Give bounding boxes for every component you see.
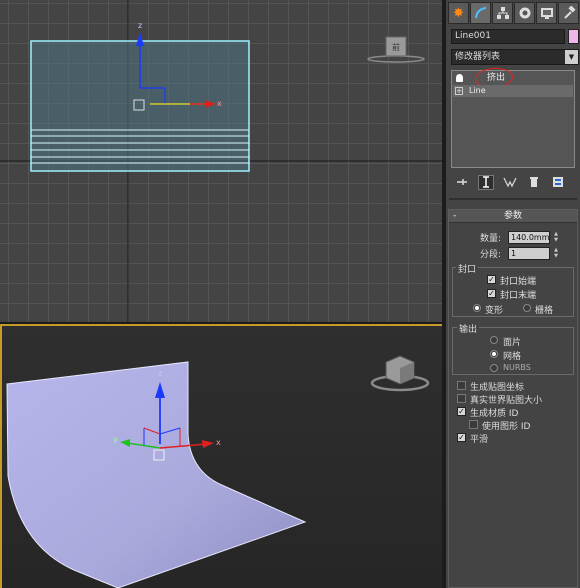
pin-stack-button[interactable]: [454, 175, 470, 190]
modifier-stack[interactable]: 挤出 + Line: [451, 66, 575, 168]
real-world-checkbox[interactable]: [457, 394, 466, 403]
cap-start-checkbox[interactable]: ✓: [487, 275, 496, 284]
tab-hierarchy[interactable]: [492, 2, 513, 24]
panel-divider: [449, 198, 577, 200]
trash-icon: [530, 177, 538, 187]
command-panel: ✸ Line001 修改器列表 ▼ 挤出 + Line - 参数 数量: 140…: [446, 0, 580, 588]
use-shape-ids-checkbox[interactable]: [469, 420, 478, 429]
svg-text:x: x: [217, 99, 222, 108]
amount-spinner-arrows[interactable]: ▲ ▼: [552, 231, 560, 244]
svg-text:z: z: [138, 21, 142, 30]
cap-end-checkbox[interactable]: ✓: [487, 289, 496, 298]
svg-text:y: y: [113, 435, 118, 444]
nurbs-label: NURBS: [503, 363, 531, 372]
configure-icon: [553, 177, 563, 187]
cap-start-label: 封口始端: [500, 277, 537, 287]
tab-modify[interactable]: [470, 2, 491, 24]
end-result-icon: [483, 176, 489, 188]
modifier-list-dropdown[interactable]: 修改器列表 ▼: [451, 49, 579, 65]
stack-toolbar: [454, 174, 578, 190]
show-end-result-button[interactable]: [478, 174, 494, 190]
command-panel-tabs: ✸: [446, 2, 580, 26]
patch-label: 面片: [503, 338, 522, 348]
amount-label: 数量:: [480, 234, 502, 244]
segments-input[interactable]: 1: [508, 247, 550, 260]
tab-motion[interactable]: [514, 2, 535, 24]
segments-label: 分段:: [480, 250, 502, 260]
parameters-rollout-header[interactable]: - 参数: [449, 210, 577, 223]
tab-create[interactable]: ✸: [448, 2, 469, 24]
use-shape-ids-label: 使用图形 ID: [482, 422, 531, 432]
tab-display[interactable]: [536, 2, 557, 24]
output-group: 输出 面片 网格 NURBS: [452, 322, 574, 375]
make-unique-button[interactable]: [502, 175, 518, 190]
morph-label: 变形: [485, 306, 504, 316]
object-name-field[interactable]: Line001: [451, 29, 565, 44]
expand-plus-icon[interactable]: +: [455, 87, 463, 95]
display-icon: [540, 8, 553, 19]
make-unique-icon: [503, 177, 517, 188]
capping-group: 封口 ✓ 封口始端 ✓ 封口末端 变形 栅格: [452, 262, 574, 317]
nurbs-radio[interactable]: [490, 364, 498, 372]
mesh-label: 网格: [503, 352, 522, 362]
create-icon: ✸: [453, 5, 464, 21]
gen-mat-ids-label: 生成材质 ID: [470, 409, 519, 419]
parameters-title: 参数: [503, 211, 522, 221]
capping-group-title: 封口: [456, 262, 479, 275]
svg-text:x: x: [216, 438, 221, 447]
morph-radio[interactable]: [473, 304, 481, 312]
dropdown-arrow-icon[interactable]: ▼: [565, 50, 578, 64]
top-viewport[interactable]: z x 前: [0, 0, 442, 322]
gen-mat-ids-checkbox[interactable]: ✓: [457, 407, 466, 416]
view-cube-perspective: [370, 355, 430, 392]
mesh-radio[interactable]: [490, 350, 498, 358]
grid-radio[interactable]: [523, 304, 531, 312]
parameters-rollout: - 参数 数量: 140.0mm ▲ ▼ 分段: 1 ▲ ▼ 封口 ✓ 封口始端 ✓…: [448, 209, 578, 588]
hammer-icon: [563, 6, 576, 19]
output-group-title: 输出: [457, 322, 480, 335]
perspective-viewport[interactable]: z y x: [0, 324, 442, 588]
view-cube-label[interactable]: 前: [392, 42, 400, 52]
gen-mapping-checkbox[interactable]: [457, 381, 466, 390]
modify-icon: [474, 7, 486, 19]
stack-item-line[interactable]: + Line: [453, 85, 573, 97]
cap-end-label: 封口末端: [500, 291, 537, 301]
segments-spinner-arrows[interactable]: ▲ ▼: [552, 247, 560, 260]
object-color-swatch[interactable]: [568, 29, 579, 44]
smooth-checkbox[interactable]: ✓: [457, 433, 466, 442]
pin-icon: [457, 179, 467, 185]
configure-modifier-sets-button[interactable]: [550, 175, 566, 190]
patch-radio[interactable]: [490, 336, 498, 344]
svg-text:z: z: [158, 369, 162, 378]
remove-modifier-button[interactable]: [526, 175, 542, 190]
smooth-label: 平滑: [470, 435, 489, 445]
perspective-canvas: z y x: [6, 355, 430, 588]
stack-item-extrude[interactable]: 挤出: [453, 66, 573, 90]
motion-icon: [519, 7, 530, 19]
gen-mapping-label: 生成贴图坐标: [470, 383, 525, 393]
stack-item-line-label: Line: [469, 86, 486, 95]
grid-label: 栅格: [535, 306, 554, 316]
modifier-list-label: 修改器列表: [455, 52, 501, 62]
hierarchy-icon: [496, 7, 509, 19]
amount-input[interactable]: 140.0mm: [508, 231, 550, 244]
top-viewport-canvas: z x 前: [0, 0, 442, 322]
collapse-minus-icon: -: [453, 211, 457, 221]
lightbulb-icon[interactable]: [456, 74, 463, 82]
tab-utilities[interactable]: [558, 2, 579, 24]
real-world-label: 真实世界贴图大小: [470, 396, 543, 406]
